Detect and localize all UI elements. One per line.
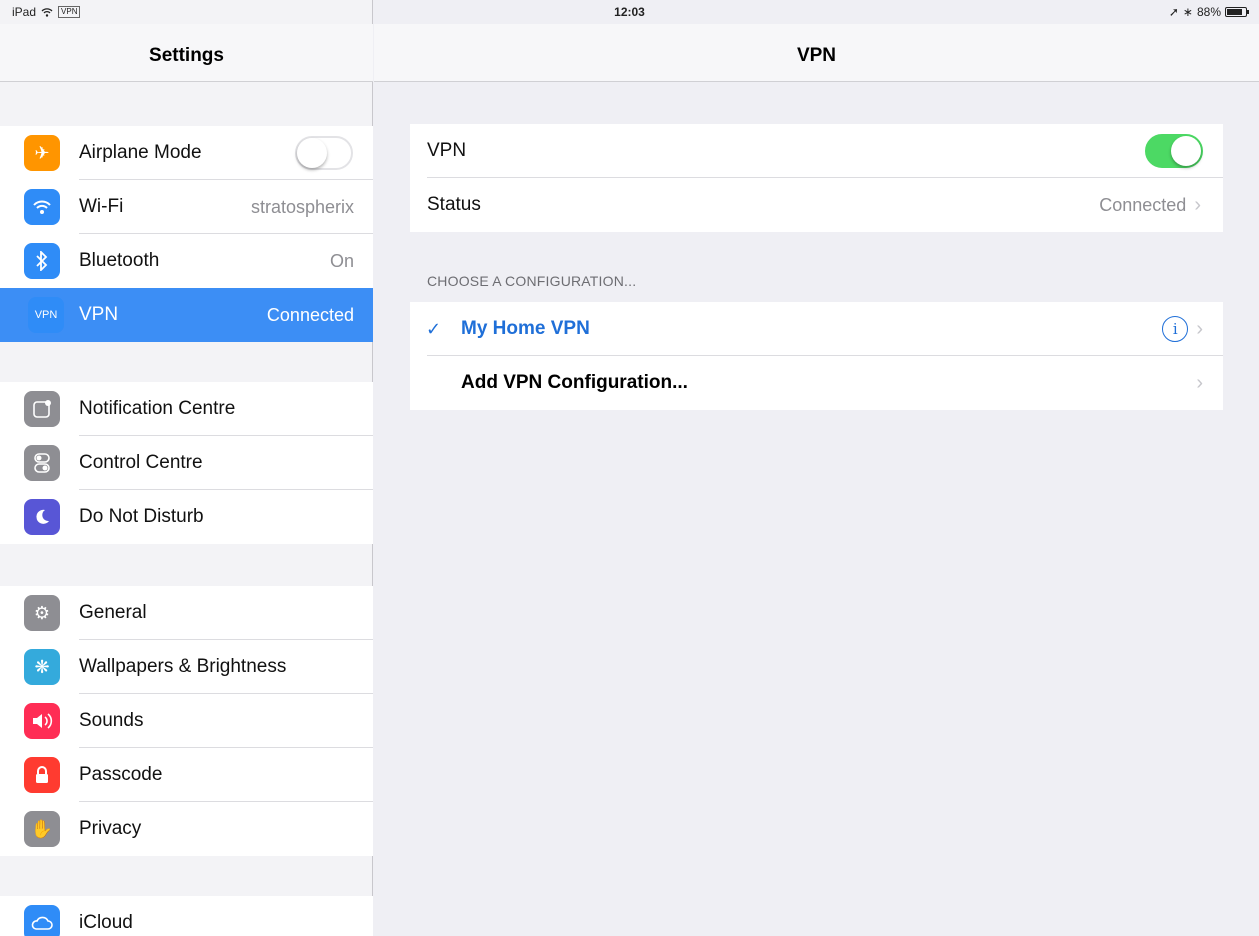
sidebar-item-label: Notification Centre [79, 398, 236, 419]
lock-icon [24, 757, 60, 793]
clock: 12:03 [614, 5, 645, 19]
sidebar-item-do-not-disturb[interactable]: Do Not Disturb [0, 490, 373, 544]
sidebar-item-airplane-mode[interactable]: ✈ Airplane Mode [0, 126, 373, 180]
sidebar-item-icloud[interactable]: iCloud [0, 896, 373, 936]
sidebar-item-vpn[interactable]: VPN VPN Connected [0, 288, 373, 342]
sidebar-item-label: Airplane Mode [79, 142, 202, 163]
battery-icon [1225, 7, 1249, 17]
settings-sidebar: Settings ✈ Airplane Mode Wi-Fi stratosph… [0, 0, 373, 936]
sidebar-group-general: ⚙ General ❋ Wallpapers & Brightness Soun… [0, 586, 373, 856]
sidebar-item-wallpapers-brightness[interactable]: ❋ Wallpapers & Brightness [0, 640, 373, 694]
section-header: CHOOSE A CONFIGURATION... [427, 273, 637, 289]
page-title: VPN [796, 45, 837, 66]
control-centre-icon [24, 445, 60, 481]
wifi-icon [24, 189, 60, 225]
hand-icon: ✋ [24, 811, 60, 847]
status-value: Connected [1099, 194, 1187, 215]
sidebar-item-bluetooth[interactable]: Bluetooth On [0, 234, 373, 288]
sidebar-item-label: Sounds [79, 710, 144, 731]
vpn-status: Connected [266, 304, 354, 325]
toggle-knob [1171, 136, 1201, 166]
bluetooth-icon: ∗ [1182, 5, 1193, 19]
vpn-configurations-card: ✓ My Home VPN i › Add VPN Configuration.… [410, 302, 1223, 410]
sidebar-item-label: Privacy [79, 818, 142, 839]
vpn-toggle-label: VPN [427, 140, 467, 161]
vpn-toggle-row: VPN [410, 124, 1223, 178]
add-vpn-configuration-row[interactable]: Add VPN Configuration... › [410, 356, 1223, 410]
sidebar-item-label: Control Centre [79, 452, 203, 473]
toggle-knob [297, 138, 327, 168]
moon-icon [24, 499, 60, 535]
vpn-toggle[interactable] [1145, 134, 1203, 168]
vpn-icon: VPN [28, 297, 64, 333]
sidebar-item-sounds[interactable]: Sounds [0, 694, 373, 748]
sidebar-item-general[interactable]: ⚙ General [0, 586, 373, 640]
sidebar-navbar: Settings [0, 24, 373, 82]
battery-percent: 88% [1196, 5, 1221, 19]
wallpaper-icon: ❋ [24, 649, 60, 685]
checkmark-icon: ✓ [426, 318, 442, 339]
chevron-right-icon: › [1196, 371, 1203, 394]
config-accessories: i › [1162, 316, 1203, 342]
sidebar-item-label: Wi-Fi [79, 196, 124, 217]
sidebar-item-label: Passcode [79, 764, 163, 785]
sidebar-item-passcode[interactable]: Passcode [0, 748, 373, 802]
sidebar-group-notifications: Notification Centre Control Centre Do No… [0, 382, 373, 544]
vpn-config-name: My Home VPN [461, 318, 590, 339]
speaker-icon [24, 703, 60, 739]
sidebar-item-label: VPN [79, 304, 119, 325]
sidebar-item-privacy[interactable]: ✋ Privacy [0, 802, 373, 856]
status-value-group: Connected › [1099, 194, 1201, 217]
sidebar-item-notification-centre[interactable]: Notification Centre [0, 382, 373, 436]
sidebar-item-label: General [79, 602, 147, 623]
cloud-icon [24, 905, 60, 936]
sidebar-item-control-centre[interactable]: Control Centre [0, 436, 373, 490]
vpn-config-row[interactable]: ✓ My Home VPN i › [410, 302, 1223, 356]
sidebar-item-label: Wallpapers & Brightness [79, 656, 287, 677]
wifi-network-name: stratospherix [250, 196, 354, 217]
sidebar-item-label: Bluetooth [79, 250, 160, 271]
airplane-icon: ✈ [24, 135, 60, 171]
sidebar-group-icloud: iCloud [0, 896, 373, 936]
notification-icon [24, 391, 60, 427]
detail-navbar: VPN [374, 24, 1259, 82]
sidebar-group-connectivity: ✈ Airplane Mode Wi-Fi stratospherix Blue… [0, 126, 373, 342]
sidebar-item-label: Do Not Disturb [79, 506, 204, 527]
info-icon[interactable]: i [1162, 316, 1189, 342]
status-bar: iPad VPN 12:03 ➚ ∗ 88% [0, 0, 1259, 24]
sidebar-title: Settings [149, 45, 224, 66]
vpn-status-row[interactable]: Status Connected › [410, 178, 1223, 232]
chevron-right-icon: › [1194, 193, 1201, 216]
location-icon: ➚ [1168, 5, 1179, 19]
add-vpn-configuration-label: Add VPN Configuration... [461, 372, 688, 393]
gear-icon: ⚙ [24, 595, 60, 631]
airplane-mode-toggle[interactable] [295, 136, 353, 170]
sidebar-item-wifi[interactable]: Wi-Fi stratospherix [0, 180, 373, 234]
sidebar-item-label: iCloud [79, 912, 133, 933]
chevron-right-icon: › [1196, 317, 1203, 340]
status-label: Status [427, 194, 481, 215]
status-bar-right: ➚ ∗ 88% [1168, 5, 1249, 19]
bluetooth-status: On [329, 250, 354, 271]
bluetooth-icon [24, 243, 60, 279]
vpn-settings-card: VPN Status Connected › [410, 124, 1223, 232]
